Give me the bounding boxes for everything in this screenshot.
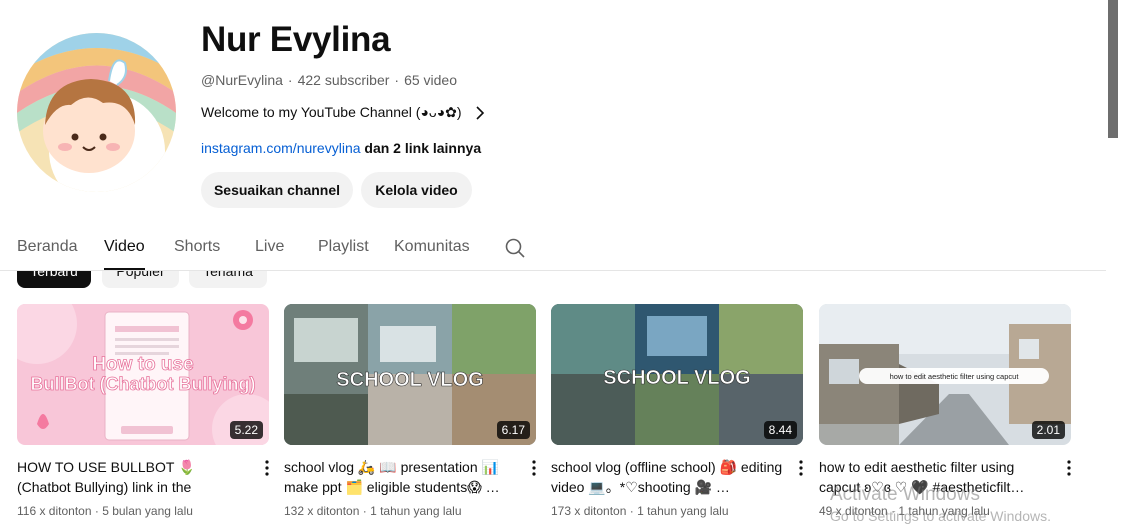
video-title[interactable]: school vlog (offline school) 🎒 editing v… (551, 457, 783, 497)
scrollbar-thumb[interactable] (1108, 0, 1118, 138)
tab-video[interactable]: Video (104, 238, 145, 270)
tab-beranda[interactable]: Beranda (17, 238, 78, 256)
thumbnail-title-line2: BullBot (Chatbot Bullying) (31, 374, 256, 394)
video-duration: 5.22 (229, 421, 263, 439)
video-meta: 116 x ditonton · 5 bulan yang lalu (17, 504, 193, 518)
search-icon[interactable] (504, 237, 526, 259)
video-duration: 8.44 (763, 421, 797, 439)
customize-channel-button[interactable]: Sesuaikan channel (201, 172, 353, 208)
meta-separator: · (629, 504, 634, 518)
channel-avatar[interactable] (17, 33, 176, 192)
video-duration: 6.17 (496, 421, 530, 439)
view-count: 173 x ditonton (551, 504, 627, 518)
tab-live[interactable]: Live (255, 238, 284, 256)
watermark-subtitle: Go to Settings to activate Windows. (830, 508, 1051, 524)
thumbnail-title: SCHOOL VLOG (336, 369, 483, 391)
meta-separator: · (362, 504, 367, 518)
video-card[interactable]: How to use BullBot (Chatbot Bullying) 5.… (17, 304, 269, 518)
video-thumbnail[interactable]: How to use BullBot (Chatbot Bullying) 5.… (17, 304, 269, 445)
video-card[interactable]: SCHOOL VLOG 8.44 school vlog (offline sc… (551, 304, 803, 518)
video-thumbnail[interactable]: SCHOOL VLOG 6.17 (284, 304, 536, 445)
channel-name: Nur Evylina (201, 20, 391, 59)
video-meta: 173 x ditonton · 1 tahun yang lalu (551, 504, 729, 518)
thumbnail-title-line1: How to use (92, 354, 193, 375)
meta-separator: · (394, 72, 400, 88)
thumbnail-title: SCHOOL VLOG (603, 367, 750, 389)
description-text: Welcome to my YouTube Channel (◕ᴗ◕✿) (201, 104, 462, 120)
more-vert-icon[interactable] (259, 459, 275, 477)
video-card[interactable]: SCHOOL VLOG 6.17 school vlog 🛵 📖 present… (284, 304, 536, 518)
channel-meta: @NurEvylina · 422 subscriber · 65 video (201, 72, 457, 88)
more-vert-icon[interactable] (1061, 459, 1077, 477)
view-count: 116 x ditonton (17, 504, 92, 518)
video-count: 65 video (404, 72, 458, 88)
video-title[interactable]: school vlog 🛵 📖 presentation 📊 make ppt … (284, 457, 516, 497)
video-thumbnail[interactable]: how to edit aesthetic filter using capcu… (819, 304, 1071, 445)
more-vert-icon[interactable] (793, 459, 809, 477)
video-meta: 132 x ditonton · 1 tahun yang lalu (284, 504, 462, 518)
channel-description[interactable]: Welcome to my YouTube Channel (◕ᴗ◕✿) (201, 104, 488, 121)
channel-handle: @NurEvylina (201, 72, 283, 88)
manage-videos-button[interactable]: Kelola video (361, 172, 472, 208)
channel-links: instagram.com/nurevylina dan 2 link lain… (201, 140, 481, 156)
tab-playlist[interactable]: Playlist (318, 238, 369, 256)
video-thumbnail[interactable]: SCHOOL VLOG 8.44 (551, 304, 803, 445)
instagram-link[interactable]: instagram.com/nurevylina (201, 140, 361, 156)
thumbnail-title: how to edit aesthetic filter using capcu… (890, 372, 1020, 381)
meta-separator: · (287, 72, 293, 88)
watermark-title: Activate Windows (830, 484, 980, 505)
more-vert-icon[interactable] (526, 459, 542, 477)
chevron-right-icon[interactable] (472, 105, 488, 121)
tab-shorts[interactable]: Shorts (174, 238, 220, 256)
video-duration: 2.01 (1031, 421, 1065, 439)
upload-age: 1 tahun yang lalu (370, 504, 462, 518)
tab-komunitas[interactable]: Komunitas (394, 238, 470, 256)
upload-age: 1 tahun yang lalu (637, 504, 729, 518)
video-card[interactable]: how to edit aesthetic filter using capcu… (819, 304, 1071, 518)
upload-age: 5 bulan yang lalu (102, 504, 193, 518)
activation-watermark: Activate Windows Go to Settings to activ… (830, 484, 1051, 524)
more-links[interactable]: dan 2 link lainnya (364, 140, 481, 156)
channel-tabs: Beranda Video Shorts Live Playlist Komun… (0, 227, 1106, 271)
meta-separator: · (94, 504, 99, 518)
subscriber-count: 422 subscriber (297, 72, 390, 88)
video-title[interactable]: HOW TO USE BULLBOT 🌷 (Chatbot Bullying) … (17, 457, 249, 497)
view-count: 132 x ditonton (284, 504, 360, 518)
